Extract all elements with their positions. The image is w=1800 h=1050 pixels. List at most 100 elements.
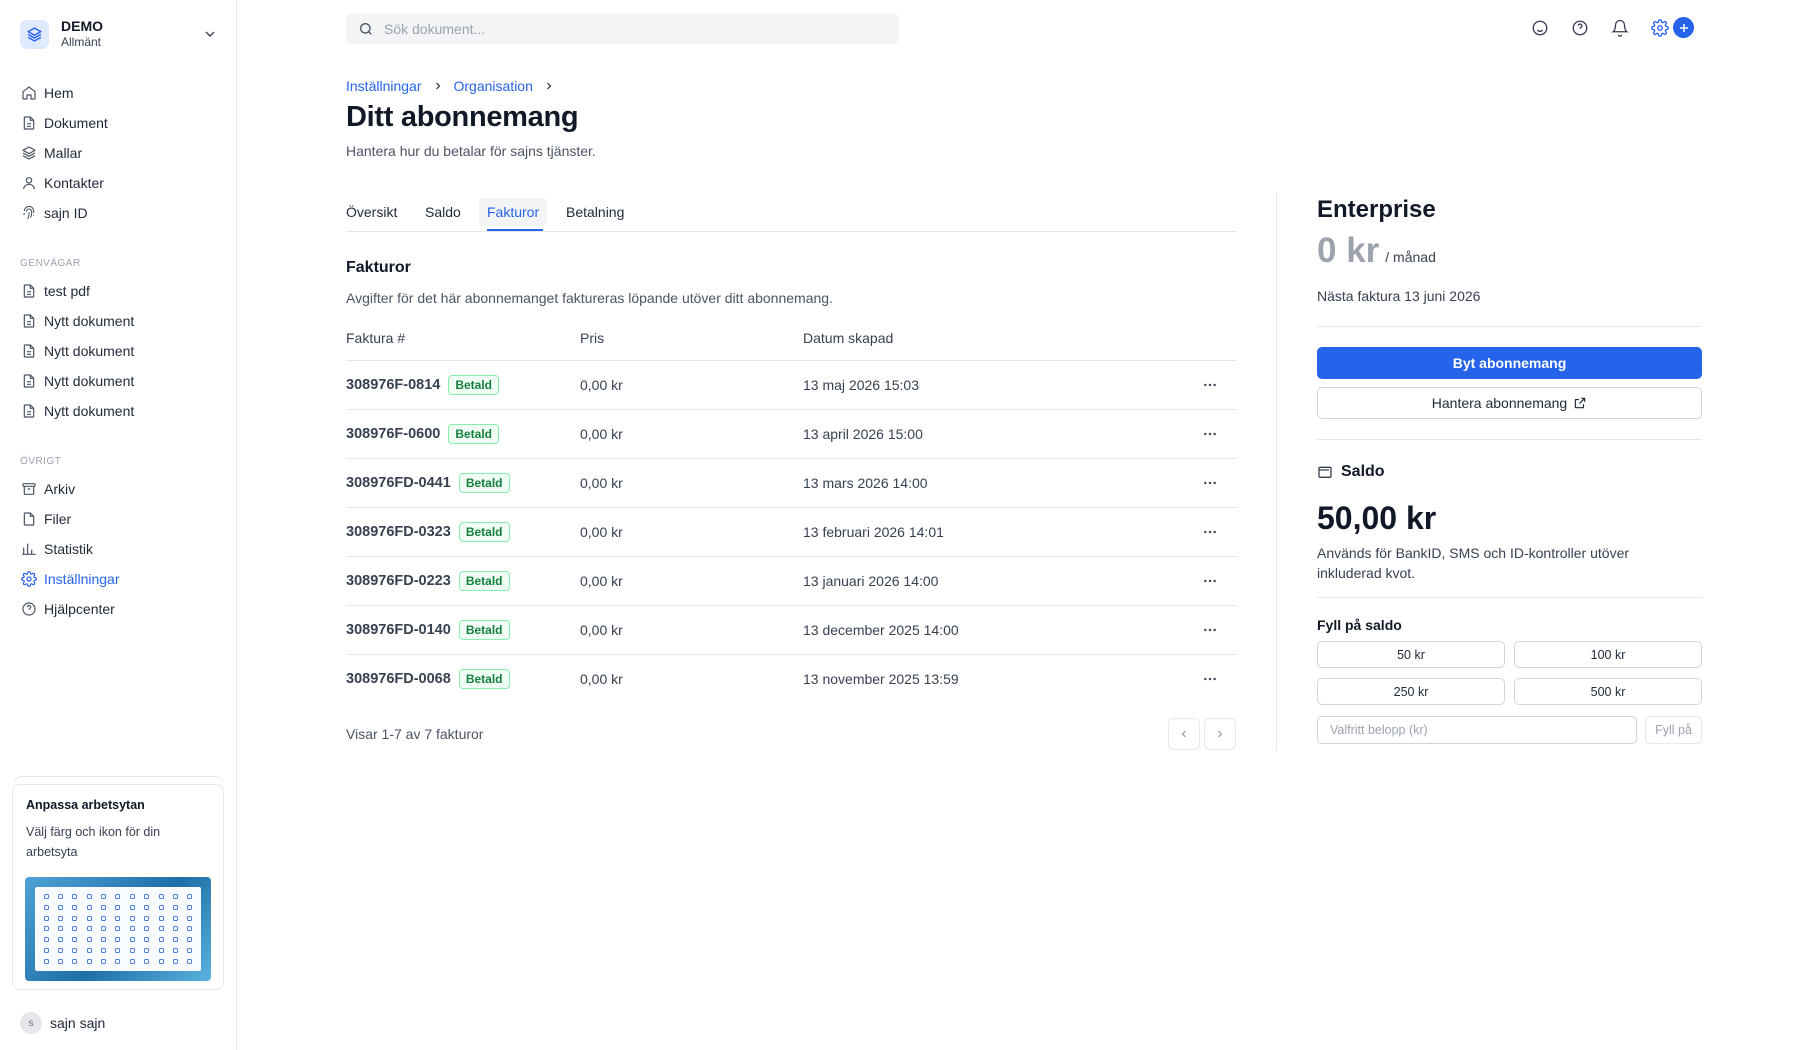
help-icon[interactable] (1570, 18, 1590, 38)
workspace-switcher[interactable]: DEMO Allmänt (20, 16, 218, 52)
status-badge: Betald (458, 669, 510, 689)
grid-icon (187, 904, 193, 910)
layers-icon (20, 144, 38, 162)
nav-item-help-center[interactable]: Hjälpcenter (20, 596, 115, 622)
customize-workspace-card[interactable]: Anpassa arbetsytan Välj färg och ikon fö… (12, 784, 224, 990)
topup-title: Fyll på saldo (1317, 617, 1402, 633)
page-title: Ditt abonnemang (346, 101, 579, 133)
more-horizontal-icon[interactable] (1200, 424, 1220, 444)
nav-item-statistics[interactable]: Statistik (20, 536, 93, 562)
column-header-date: Datum skapad (803, 330, 894, 346)
manage-plan-button[interactable]: Hantera abonnemang (1317, 387, 1702, 419)
table-row[interactable]: 308976FD-0323 Betald 0,00 kr 13 februari 20… (346, 508, 1236, 557)
grid-icon (101, 948, 107, 954)
nav-item-documents[interactable]: Dokument (20, 110, 108, 136)
topup-button[interactable]: Fyll på (1645, 716, 1702, 744)
balance-amount: 50,00 kr (1317, 500, 1437, 536)
topup-amount-100-button[interactable]: 100 kr (1514, 641, 1702, 668)
grid-icon (115, 926, 121, 932)
table-row[interactable]: 308976FD-0140 Betald 0,00 kr 13 december 20… (346, 606, 1236, 655)
promo-stack-edge (15, 776, 223, 782)
shortcut-item[interactable]: Nytt dokument (20, 338, 134, 364)
shortcut-item[interactable]: Nytt dokument (20, 398, 134, 424)
status-badge: Betald (458, 522, 510, 542)
grid-icon (58, 893, 64, 899)
custom-amount-input[interactable] (1317, 716, 1637, 744)
grid-icon (144, 893, 150, 899)
invoice-number-cell: 308976F-0600 Betald (346, 424, 500, 444)
user-icon (20, 174, 38, 192)
pagination-prev-button[interactable] (1168, 718, 1200, 750)
invoice-date: 13 februari 2026 14:01 (803, 524, 944, 540)
search-input[interactable] (384, 20, 864, 37)
more-horizontal-icon[interactable] (1200, 571, 1220, 591)
status-badge: Betald (458, 620, 510, 640)
tab-payment[interactable]: Betalning (558, 198, 632, 226)
nav-item-files[interactable]: Filer (20, 506, 71, 532)
chevron-down-icon[interactable] (202, 26, 218, 42)
grid-icon (187, 948, 193, 954)
more-horizontal-icon[interactable] (1200, 669, 1220, 689)
invoice-number: 308976F-0814 (346, 377, 441, 393)
pagination-next-button[interactable] (1204, 718, 1236, 750)
grid-icon (43, 926, 49, 932)
table-footer-summary: Visar 1-7 av 7 fakturor (346, 726, 484, 742)
gear-icon[interactable] (1650, 18, 1670, 38)
more-horizontal-icon[interactable] (1200, 620, 1220, 640)
nav-item-templates[interactable]: Mallar (20, 140, 82, 166)
column-header-price: Pris (580, 330, 605, 346)
grid-icon (144, 937, 150, 943)
shortcut-item[interactable]: Nytt dokument (20, 368, 134, 394)
more-horizontal-icon[interactable] (1200, 473, 1220, 493)
grid-icon (101, 904, 107, 910)
tab-overview[interactable]: Översikt (338, 198, 405, 226)
fingerprint-icon (20, 204, 38, 222)
promo-image (25, 877, 211, 981)
nav-item-label: Dokument (44, 115, 108, 131)
smiley-icon[interactable] (1530, 18, 1550, 38)
grid-icon (158, 893, 164, 899)
tab-balance[interactable]: Saldo (417, 198, 469, 226)
breadcrumb-settings[interactable]: Inställningar (346, 78, 422, 94)
table-row[interactable]: 308976F-0814 Betald 0,00 kr 13 maj 2026 15:… (346, 361, 1236, 410)
nav-item-archive[interactable]: Arkiv (20, 476, 75, 502)
invoices-title: Fakturor (346, 259, 411, 276)
bell-icon[interactable] (1610, 18, 1630, 38)
grid-icon (43, 893, 49, 899)
shortcut-item[interactable]: test pdf (20, 278, 90, 304)
active-tab-indicator (487, 229, 543, 231)
nav-item-contacts[interactable]: Kontakter (20, 170, 104, 196)
nav-item-label: Mallar (44, 145, 83, 161)
grid-icon (86, 948, 92, 954)
topup-amount-250-button[interactable]: 250 kr (1317, 678, 1505, 705)
document-icon (20, 402, 38, 420)
nav-item-home[interactable]: Hem (20, 80, 74, 106)
table-row[interactable]: 308976FD-0223 Betald 0,00 kr 13 januari 202… (346, 557, 1236, 606)
topup-amount-500-button[interactable]: 500 kr (1514, 678, 1702, 705)
table-row[interactable]: 308976FD-0068 Betald 0,00 kr 13 november 20… (346, 655, 1236, 704)
plus-icon[interactable] (1673, 17, 1694, 38)
table-row[interactable]: 308976F-0600 Betald 0,00 kr 13 april 2026 1… (346, 410, 1236, 459)
change-plan-button[interactable]: Byt abonnemang (1317, 347, 1702, 379)
invoice-date: 13 maj 2026 15:03 (803, 377, 919, 393)
plan-price-period: / månad (1385, 249, 1436, 265)
shortcut-item[interactable]: Nytt dokument (20, 308, 134, 334)
invoice-number: 308976FD-0441 (346, 475, 451, 491)
invoice-price: 0,00 kr (580, 622, 623, 638)
invoice-number-cell: 308976F-0814 Betald (346, 375, 500, 395)
user-menu[interactable]: s sajn sajn (20, 1012, 105, 1034)
breadcrumb-organisation[interactable]: Organisation (454, 78, 533, 94)
invoices-table: Faktura # Pris Datum skapad 308976F-0814… (346, 322, 1236, 704)
home-icon (20, 84, 38, 102)
topup-amount-50-button[interactable]: 50 kr (1317, 641, 1505, 668)
grid-icon (129, 893, 135, 899)
plan-price: 0 kr / månad (1317, 231, 1702, 271)
nav-item-sajn-id[interactable]: sajn ID (20, 200, 88, 226)
more-horizontal-icon[interactable] (1200, 375, 1220, 395)
gear-icon (20, 570, 38, 588)
more-horizontal-icon[interactable] (1200, 522, 1220, 542)
search-bar[interactable] (346, 13, 899, 44)
table-row[interactable]: 308976FD-0441 Betald 0,00 kr 13 mars 2026 1… (346, 459, 1236, 508)
tab-invoices[interactable]: Fakturor (479, 198, 548, 226)
nav-item-settings[interactable]: Inställningar (20, 566, 120, 592)
